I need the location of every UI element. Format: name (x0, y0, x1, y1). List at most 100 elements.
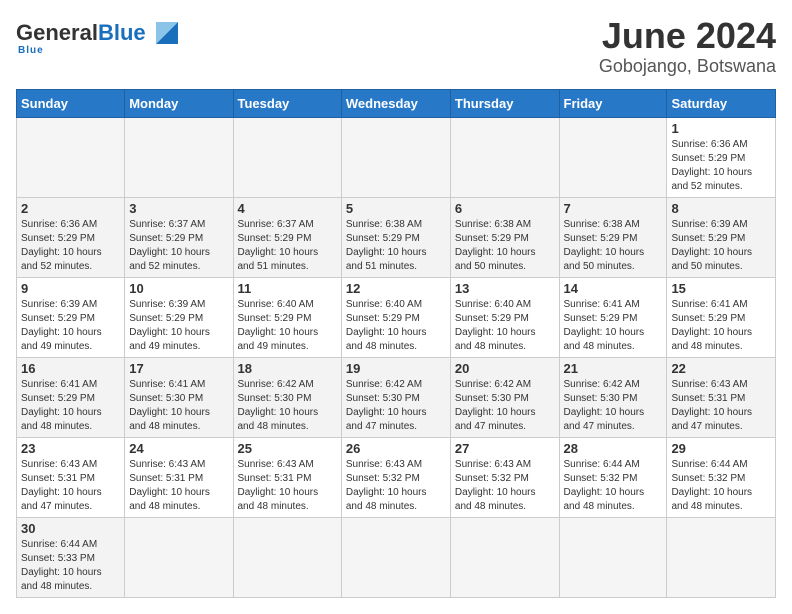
day-info: Sunrise: 6:43 AM Sunset: 5:31 PM Dayligh… (671, 378, 771, 434)
calendar-cell: 22 Sunrise: 6:43 AM Sunset: 5:31 PM Dayli… (667, 357, 776, 437)
calendar-header: SundayMondayTuesdayWednesdayThursdayFrid… (17, 89, 776, 117)
day-info: Sunrise: 6:42 AM Sunset: 5:30 PM Dayligh… (564, 378, 663, 434)
calendar-cell: 21 Sunrise: 6:42 AM Sunset: 5:30 PM Dayli… (559, 357, 667, 437)
day-number: 4 (238, 201, 337, 216)
day-info: Sunrise: 6:39 AM Sunset: 5:29 PM Dayligh… (671, 218, 771, 274)
day-number: 11 (238, 281, 337, 296)
day-info: Sunrise: 6:39 AM Sunset: 5:29 PM Dayligh… (129, 298, 228, 354)
day-number: 26 (346, 441, 446, 456)
day-info: Sunrise: 6:40 AM Sunset: 5:29 PM Dayligh… (455, 298, 555, 354)
day-number: 2 (21, 201, 120, 216)
day-info: Sunrise: 6:43 AM Sunset: 5:32 PM Dayligh… (455, 458, 555, 514)
calendar-week-row: 1 Sunrise: 6:36 AM Sunset: 5:29 PM Daylig… (17, 117, 776, 197)
logo-general: General (16, 22, 98, 44)
calendar-cell: 29Sunrise: 6:44 AM Sunset: 5:32 PM Dayli… (667, 437, 776, 517)
day-info: Sunrise: 6:41 AM Sunset: 5:29 PM Dayligh… (21, 378, 120, 434)
calendar-cell (233, 117, 341, 197)
calendar-cell: 18 Sunrise: 6:42 AM Sunset: 5:30 PM Dayli… (233, 357, 341, 437)
calendar-cell: 6Sunrise: 6:38 AM Sunset: 5:29 PM Daylig… (450, 197, 559, 277)
calendar-cell: 20 Sunrise: 6:42 AM Sunset: 5:30 PM Dayli… (450, 357, 559, 437)
weekday-header-monday: Monday (125, 89, 233, 117)
calendar-cell: 27 Sunrise: 6:43 AM Sunset: 5:32 PM Dayli… (450, 437, 559, 517)
weekday-header-saturday: Saturday (667, 89, 776, 117)
calendar-cell (125, 517, 233, 597)
calendar-cell: 16Sunrise: 6:41 AM Sunset: 5:29 PM Dayli… (17, 357, 125, 437)
calendar-cell: 1 Sunrise: 6:36 AM Sunset: 5:29 PM Daylig… (667, 117, 776, 197)
day-number: 21 (564, 361, 663, 376)
day-number: 3 (129, 201, 228, 216)
calendar-cell: 5 Sunrise: 6:38 AM Sunset: 5:29 PM Daylig… (341, 197, 450, 277)
weekday-header-row: SundayMondayTuesdayWednesdayThursdayFrid… (17, 89, 776, 117)
day-info: Sunrise: 6:44 AM Sunset: 5:33 PM Dayligh… (21, 538, 120, 594)
calendar-cell (667, 517, 776, 597)
calendar-week-row: 30 Sunrise: 6:44 AM Sunset: 5:33 PM Dayli… (17, 517, 776, 597)
calendar-cell: 28Sunrise: 6:44 AM Sunset: 5:32 PM Dayli… (559, 437, 667, 517)
calendar-week-row: 23Sunrise: 6:43 AM Sunset: 5:31 PM Dayli… (17, 437, 776, 517)
calendar-cell: 3 Sunrise: 6:37 AM Sunset: 5:29 PM Daylig… (125, 197, 233, 277)
logo-tagline: Blue (18, 45, 44, 56)
calendar-cell: 23Sunrise: 6:43 AM Sunset: 5:31 PM Dayli… (17, 437, 125, 517)
day-info: Sunrise: 6:43 AM Sunset: 5:31 PM Dayligh… (21, 458, 120, 514)
day-number: 9 (21, 281, 120, 296)
day-info: Sunrise: 6:39 AM Sunset: 5:29 PM Dayligh… (21, 298, 120, 354)
day-number: 12 (346, 281, 446, 296)
calendar-cell: 30 Sunrise: 6:44 AM Sunset: 5:33 PM Dayli… (17, 517, 125, 597)
day-info: Sunrise: 6:42 AM Sunset: 5:30 PM Dayligh… (238, 378, 337, 434)
calendar-cell (341, 517, 450, 597)
page-header: General Blue Blue June 2024 Gobojango, B… (16, 16, 776, 77)
day-info: Sunrise: 6:43 AM Sunset: 5:32 PM Dayligh… (346, 458, 446, 514)
day-info: Sunrise: 6:37 AM Sunset: 5:29 PM Dayligh… (238, 218, 337, 274)
day-info: Sunrise: 6:43 AM Sunset: 5:31 PM Dayligh… (129, 458, 228, 514)
day-number: 29 (671, 441, 771, 456)
calendar-cell: 10 Sunrise: 6:39 AM Sunset: 5:29 PM Dayli… (125, 277, 233, 357)
calendar-cell (559, 117, 667, 197)
day-number: 20 (455, 361, 555, 376)
day-number: 10 (129, 281, 228, 296)
calendar-cell: 11Sunrise: 6:40 AM Sunset: 5:29 PM Dayli… (233, 277, 341, 357)
day-info: Sunrise: 6:36 AM Sunset: 5:29 PM Dayligh… (671, 138, 771, 194)
day-number: 25 (238, 441, 337, 456)
day-number: 19 (346, 361, 446, 376)
calendar-cell (233, 517, 341, 597)
day-number: 6 (455, 201, 555, 216)
day-info: Sunrise: 6:38 AM Sunset: 5:29 PM Dayligh… (346, 218, 446, 274)
calendar-cell (125, 117, 233, 197)
day-number: 18 (238, 361, 337, 376)
month-title: June 2024 (599, 16, 776, 56)
day-info: Sunrise: 6:43 AM Sunset: 5:31 PM Dayligh… (238, 458, 337, 514)
day-number: 28 (564, 441, 663, 456)
weekday-header-sunday: Sunday (17, 89, 125, 117)
day-number: 7 (564, 201, 663, 216)
day-number: 14 (564, 281, 663, 296)
calendar-cell (450, 117, 559, 197)
calendar-cell: 8Sunrise: 6:39 AM Sunset: 5:29 PM Daylig… (667, 197, 776, 277)
day-number: 1 (671, 121, 771, 136)
weekday-header-friday: Friday (559, 89, 667, 117)
weekday-header-wednesday: Wednesday (341, 89, 450, 117)
day-info: Sunrise: 6:40 AM Sunset: 5:29 PM Dayligh… (346, 298, 446, 354)
calendar-cell: 7Sunrise: 6:38 AM Sunset: 5:29 PM Daylig… (559, 197, 667, 277)
calendar-week-row: 2 Sunrise: 6:36 AM Sunset: 5:29 PM Daylig… (17, 197, 776, 277)
day-number: 27 (455, 441, 555, 456)
day-number: 17 (129, 361, 228, 376)
calendar-cell: 14 Sunrise: 6:41 AM Sunset: 5:29 PM Dayli… (559, 277, 667, 357)
calendar-cell (17, 117, 125, 197)
calendar-table: SundayMondayTuesdayWednesdayThursdayFrid… (16, 89, 776, 598)
day-info: Sunrise: 6:37 AM Sunset: 5:29 PM Dayligh… (129, 218, 228, 274)
day-info: Sunrise: 6:41 AM Sunset: 5:30 PM Dayligh… (129, 378, 228, 434)
day-number: 22 (671, 361, 771, 376)
calendar-cell (341, 117, 450, 197)
calendar-cell (559, 517, 667, 597)
calendar-cell: 12 Sunrise: 6:40 AM Sunset: 5:29 PM Dayli… (341, 277, 450, 357)
day-info: Sunrise: 6:42 AM Sunset: 5:30 PM Dayligh… (455, 378, 555, 434)
weekday-header-thursday: Thursday (450, 89, 559, 117)
calendar-cell: 2 Sunrise: 6:36 AM Sunset: 5:29 PM Daylig… (17, 197, 125, 277)
calendar-cell: 4 Sunrise: 6:37 AM Sunset: 5:29 PM Daylig… (233, 197, 341, 277)
day-info: Sunrise: 6:36 AM Sunset: 5:29 PM Dayligh… (21, 218, 120, 274)
calendar-cell: 13Sunrise: 6:40 AM Sunset: 5:29 PM Dayli… (450, 277, 559, 357)
day-info: Sunrise: 6:41 AM Sunset: 5:29 PM Dayligh… (564, 298, 663, 354)
day-number: 5 (346, 201, 446, 216)
calendar-cell: 26 Sunrise: 6:43 AM Sunset: 5:32 PM Dayli… (341, 437, 450, 517)
logo-icon (150, 16, 178, 44)
day-number: 30 (21, 521, 120, 536)
